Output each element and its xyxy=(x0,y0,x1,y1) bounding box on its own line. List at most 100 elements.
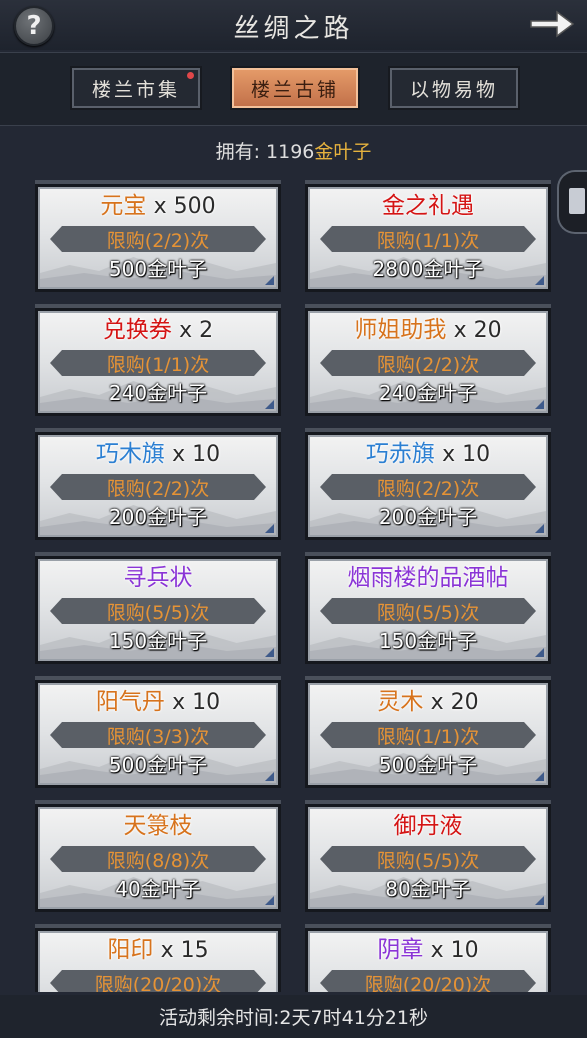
item-name: 阴章 xyxy=(377,937,424,963)
card-face: 天箓枝限购(8/8)次 40金叶子 xyxy=(38,807,278,909)
top-bar: ? 丝绸之路 xyxy=(0,0,587,50)
item-name-line: 御丹液 xyxy=(310,811,546,841)
card-face: 巧赤旗 x 10 限购(2/2)次 200金叶子 xyxy=(308,435,548,537)
item-price: 500金叶子 xyxy=(378,753,478,777)
purchase-limit: 限购(5/5)次 xyxy=(320,598,536,624)
limit-text: 限购(5/5)次 xyxy=(376,601,480,624)
card-face: 师姐助我 x 20 限购(2/2)次 240金叶子 xyxy=(308,311,548,413)
arrow-right-icon[interactable] xyxy=(527,6,575,42)
item-price: 200金叶子 xyxy=(108,505,208,529)
item-name: 师姐助我 xyxy=(354,317,447,343)
corner-marker-icon xyxy=(265,276,274,285)
corner-marker-icon xyxy=(265,400,274,409)
item-name-line: 师姐助我 x 20 xyxy=(310,315,546,346)
purchase-limit: 限购(2/2)次 xyxy=(50,474,266,500)
purchase-limit: 限购(2/2)次 xyxy=(50,226,266,252)
item-name-line: 烟雨楼的品酒帖 xyxy=(310,563,546,593)
item-name: 兑换券 xyxy=(102,317,172,343)
item-quantity: x 2 xyxy=(179,318,214,343)
shop-item-card[interactable]: 天箓枝限购(8/8)次 40金叶子 xyxy=(35,800,281,912)
purchase-limit: 限购(5/5)次 xyxy=(50,598,266,624)
purchase-limit: 限购(2/2)次 xyxy=(320,350,536,376)
tab-loulan-market[interactable]: 楼兰市集 xyxy=(70,66,202,110)
shop-item-card[interactable]: 金之礼遇 限购(1/1)次 2800金叶子 xyxy=(305,180,551,292)
card-face: 元宝 x 500 限购(2/2)次 500金叶子 xyxy=(38,187,278,289)
item-name: 灵木 xyxy=(377,689,424,715)
item-price: 150金叶子 xyxy=(108,629,208,653)
item-name-line: 寻兵状 xyxy=(40,563,276,593)
item-name: 巧木旗 xyxy=(95,441,165,467)
item-name-line: 阳气丹 x 10 xyxy=(40,687,276,718)
shop-item-card[interactable]: 阴章 x 10 限购(20/20)次 xyxy=(305,924,551,992)
scroll-icon xyxy=(569,188,585,214)
side-drawer-handle[interactable] xyxy=(557,170,587,234)
card-face: 寻兵状限购(5/5)次 150金叶子 xyxy=(38,559,278,661)
item-name-line: 天箓枝 xyxy=(40,811,276,841)
purchase-limit: 限购(1/1)次 xyxy=(320,722,536,748)
item-name: 烟雨楼的品酒帖 xyxy=(347,565,509,591)
shop-item-card[interactable]: 师姐助我 x 20 限购(2/2)次 240金叶子 xyxy=(305,304,551,416)
card-face: 御丹液限购(5/5)次 80金叶子 xyxy=(308,807,548,909)
owned-amount: 1196 xyxy=(266,141,315,163)
item-name: 寻兵状 xyxy=(123,565,193,591)
item-quantity: x 20 xyxy=(430,690,479,715)
corner-marker-icon xyxy=(265,648,274,657)
item-name-line: 元宝 x 500 xyxy=(40,191,276,222)
shop-item-card[interactable]: 巧木旗 x 10 限购(2/2)次 200金叶子 xyxy=(35,428,281,540)
item-name-line: 灵木 x 20 xyxy=(310,687,546,718)
card-face: 烟雨楼的品酒帖 限购(5/5)次 150金叶子 xyxy=(308,559,548,661)
limit-text: 限购(2/2)次 xyxy=(376,477,480,500)
card-face: 阴章 x 10 限购(20/20)次 xyxy=(308,931,548,992)
corner-marker-icon xyxy=(535,400,544,409)
item-price: 240金叶子 xyxy=(108,381,208,405)
item-price: 240金叶子 xyxy=(378,381,478,405)
item-quantity: x 10 xyxy=(430,938,479,963)
item-price: 2800金叶子 xyxy=(372,257,484,281)
card-face: 兑换券 x 2 限购(1/1)次 240金叶子 xyxy=(38,311,278,413)
corner-marker-icon xyxy=(535,524,544,533)
corner-marker-icon xyxy=(265,524,274,533)
item-price: 500金叶子 xyxy=(108,753,208,777)
item-price: 200金叶子 xyxy=(378,505,478,529)
item-name: 元宝 xyxy=(100,193,147,219)
shop-item-card[interactable]: 灵木 x 20 限购(1/1)次 500金叶子 xyxy=(305,676,551,788)
item-name-line: 阴章 x 10 xyxy=(310,935,546,966)
card-face: 阳气丹 x 10 限购(3/3)次 500金叶子 xyxy=(38,683,278,785)
tab-label: 以物易物 xyxy=(409,78,498,101)
shop-item-card[interactable]: 寻兵状限购(5/5)次 150金叶子 xyxy=(35,552,281,664)
shop-item-card[interactable]: 御丹液限购(5/5)次 80金叶子 xyxy=(305,800,551,912)
shop-item-card[interactable]: 巧赤旗 x 10 限购(2/2)次 200金叶子 xyxy=(305,428,551,540)
item-price: 80金叶子 xyxy=(385,877,471,901)
tab-loulan-shop[interactable]: 楼兰古铺 xyxy=(230,66,360,110)
corner-marker-icon xyxy=(535,896,544,905)
limit-text: 限购(2/2)次 xyxy=(106,229,210,252)
corner-marker-icon xyxy=(535,276,544,285)
item-price: 40金叶子 xyxy=(115,877,201,901)
item-name-line: 巧木旗 x 10 xyxy=(40,439,276,470)
limit-text: 限购(1/1)次 xyxy=(106,353,210,376)
tab-barter[interactable]: 以物易物 xyxy=(388,66,520,110)
item-price: 500金叶子 xyxy=(108,257,208,281)
item-quantity: x 10 xyxy=(172,442,221,467)
item-name-line: 兑换券 x 2 xyxy=(40,315,276,346)
purchase-limit: 限购(1/1)次 xyxy=(320,226,536,252)
shop-item-card[interactable]: 兑换券 x 2 限购(1/1)次 240金叶子 xyxy=(35,304,281,416)
item-quantity: x 20 xyxy=(453,318,502,343)
shop-item-card[interactable]: 阳印 x 15 限购(20/20)次 xyxy=(35,924,281,992)
limit-text: 限购(3/3)次 xyxy=(106,725,210,748)
shop-item-card[interactable]: 阳气丹 x 10 限购(3/3)次 500金叶子 xyxy=(35,676,281,788)
purchase-limit: 限购(5/5)次 xyxy=(320,846,536,872)
shop-item-card[interactable]: 烟雨楼的品酒帖 限购(5/5)次 150金叶子 xyxy=(305,552,551,664)
item-name: 天箓枝 xyxy=(123,813,193,839)
card-face: 金之礼遇 限购(1/1)次 2800金叶子 xyxy=(308,187,548,289)
limit-text: 限购(1/1)次 xyxy=(376,725,480,748)
tab-label: 楼兰市集 xyxy=(91,78,180,101)
item-name: 巧赤旗 xyxy=(365,441,435,467)
limit-text: 限购(8/8)次 xyxy=(106,849,210,872)
corner-marker-icon xyxy=(535,648,544,657)
shop-item-card[interactable]: 元宝 x 500 限购(2/2)次 500金叶子 xyxy=(35,180,281,292)
shop-item-list[interactable]: 元宝 x 500 限购(2/2)次 500金叶子 金之礼遇 限购(1/1)次 2800金叶… xyxy=(30,180,552,992)
item-quantity: x 10 xyxy=(172,690,221,715)
owned-currency: 金叶子 xyxy=(314,141,372,163)
corner-marker-icon xyxy=(265,896,274,905)
